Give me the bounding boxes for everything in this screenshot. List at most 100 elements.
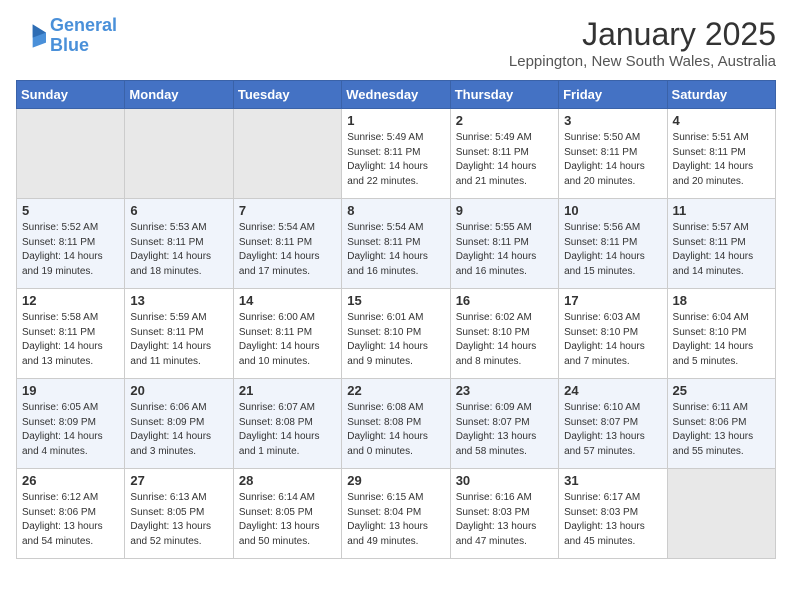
day-number: 20 <box>130 383 227 398</box>
calendar-cell: 29 Sunrise: 6:15 AM Sunset: 8:04 PM Dayli… <box>342 469 450 559</box>
calendar-cell: 1 Sunrise: 5:49 AM Sunset: 8:11 PM Daylig… <box>342 109 450 199</box>
calendar-cell: 5 Sunrise: 5:52 AM Sunset: 8:11 PM Daylig… <box>17 199 125 289</box>
day-number: 18 <box>673 293 770 308</box>
calendar-cell: 17 Sunrise: 6:03 AM Sunset: 8:10 PM Dayli… <box>559 289 667 379</box>
day-number: 6 <box>130 203 227 218</box>
week-row-4: 19 Sunrise: 6:05 AM Sunset: 8:09 PM Dayli… <box>17 379 776 469</box>
day-info: Sunrise: 5:55 AM Sunset: 8:11 PM Dayligh… <box>456 221 553 279</box>
calendar-cell: 14 Sunrise: 6:00 AM Sunset: 8:11 PM Dayli… <box>233 289 341 379</box>
day-info: Sunrise: 6:03 AM Sunset: 8:10 PM Dayligh… <box>564 311 661 369</box>
day-info: Sunrise: 6:09 AM Sunset: 8:07 PM Dayligh… <box>456 401 553 459</box>
day-info: Sunrise: 6:16 AM Sunset: 8:03 PM Dayligh… <box>456 491 553 549</box>
day-info: Sunrise: 5:52 AM Sunset: 8:11 PM Dayligh… <box>22 221 119 279</box>
calendar-table: SundayMondayTuesdayWednesdayThursdayFrid… <box>16 80 776 559</box>
day-info: Sunrise: 6:00 AM Sunset: 8:11 PM Dayligh… <box>239 311 336 369</box>
day-info: Sunrise: 6:01 AM Sunset: 8:10 PM Dayligh… <box>347 311 444 369</box>
day-number: 19 <box>22 383 119 398</box>
week-row-5: 26 Sunrise: 6:12 AM Sunset: 8:06 PM Dayli… <box>17 469 776 559</box>
day-info: Sunrise: 5:56 AM Sunset: 8:11 PM Dayligh… <box>564 221 661 279</box>
logo-line1: General <box>50 15 117 35</box>
calendar-cell: 12 Sunrise: 5:58 AM Sunset: 8:11 PM Dayli… <box>17 289 125 379</box>
calendar-cell: 8 Sunrise: 5:54 AM Sunset: 8:11 PM Daylig… <box>342 199 450 289</box>
day-number: 5 <box>22 203 119 218</box>
day-info: Sunrise: 5:59 AM Sunset: 8:11 PM Dayligh… <box>130 311 227 369</box>
calendar-cell: 21Sunrise: 6:07 AM Sunset: 8:08 PM Dayli… <box>233 379 341 469</box>
calendar-cell: 20 Sunrise: 6:06 AM Sunset: 8:09 PM Dayli… <box>125 379 233 469</box>
weekday-header-thursday: Thursday <box>450 81 558 109</box>
day-info: Sunrise: 6:13 AM Sunset: 8:05 PM Dayligh… <box>130 491 227 549</box>
logo-line2: Blue <box>50 35 89 55</box>
day-number: 30 <box>456 473 553 488</box>
day-info: Sunrise: 6:05 AM Sunset: 8:09 PM Dayligh… <box>22 401 119 459</box>
day-number: 12 <box>22 293 119 308</box>
day-info: Sunrise: 6:10 AM Sunset: 8:07 PM Dayligh… <box>564 401 661 459</box>
day-number: 25 <box>673 383 770 398</box>
day-number: 11 <box>673 203 770 218</box>
weekday-header-monday: Monday <box>125 81 233 109</box>
day-info: Sunrise: 5:49 AM Sunset: 8:11 PM Dayligh… <box>456 131 553 189</box>
day-info: Sunrise: 6:04 AM Sunset: 8:10 PM Dayligh… <box>673 311 770 369</box>
calendar-cell: 15 Sunrise: 6:01 AM Sunset: 8:10 PM Dayli… <box>342 289 450 379</box>
calendar-cell: 3 Sunrise: 5:50 AM Sunset: 8:11 PM Daylig… <box>559 109 667 199</box>
calendar-cell: 6 Sunrise: 5:53 AM Sunset: 8:11 PM Daylig… <box>125 199 233 289</box>
weekday-header-sunday: Sunday <box>17 81 125 109</box>
logo-text: General Blue <box>50 16 117 56</box>
day-number: 16 <box>456 293 553 308</box>
day-number: 29 <box>347 473 444 488</box>
day-info: Sunrise: 5:50 AM Sunset: 8:11 PM Dayligh… <box>564 131 661 189</box>
calendar-cell: 28Sunrise: 6:14 AM Sunset: 8:05 PM Dayli… <box>233 469 341 559</box>
day-info: Sunrise: 5:49 AM Sunset: 8:11 PM Dayligh… <box>347 131 444 189</box>
day-number: 23 <box>456 383 553 398</box>
day-info: Sunrise: 5:54 AM Sunset: 8:11 PM Dayligh… <box>347 221 444 279</box>
page-header: General Blue January 2025 Leppington, Ne… <box>16 16 776 70</box>
day-number: 27 <box>130 473 227 488</box>
title-block: January 2025 Leppington, New South Wales… <box>509 16 776 70</box>
calendar-cell <box>667 469 775 559</box>
calendar-cell <box>125 109 233 199</box>
day-info: Sunrise: 5:57 AM Sunset: 8:11 PM Dayligh… <box>673 221 770 279</box>
week-row-3: 12 Sunrise: 5:58 AM Sunset: 8:11 PM Dayli… <box>17 289 776 379</box>
weekday-header-row: SundayMondayTuesdayWednesdayThursdayFrid… <box>17 81 776 109</box>
day-info: Sunrise: 6:02 AM Sunset: 8:10 PM Dayligh… <box>456 311 553 369</box>
day-number: 2 <box>456 113 553 128</box>
day-info: Sunrise: 6:06 AM Sunset: 8:09 PM Dayligh… <box>130 401 227 459</box>
day-number: 14 <box>239 293 336 308</box>
calendar-cell: 9Sunrise: 5:55 AM Sunset: 8:11 PM Daylig… <box>450 199 558 289</box>
day-number: 21 <box>239 383 336 398</box>
day-number: 26 <box>22 473 119 488</box>
week-row-1: 1 Sunrise: 5:49 AM Sunset: 8:11 PM Daylig… <box>17 109 776 199</box>
calendar-cell: 24Sunrise: 6:10 AM Sunset: 8:07 PM Dayli… <box>559 379 667 469</box>
calendar-cell: 2 Sunrise: 5:49 AM Sunset: 8:11 PM Daylig… <box>450 109 558 199</box>
day-info: Sunrise: 6:08 AM Sunset: 8:08 PM Dayligh… <box>347 401 444 459</box>
weekday-header-saturday: Saturday <box>667 81 775 109</box>
day-info: Sunrise: 6:11 AM Sunset: 8:06 PM Dayligh… <box>673 401 770 459</box>
day-number: 15 <box>347 293 444 308</box>
day-number: 13 <box>130 293 227 308</box>
day-number: 7 <box>239 203 336 218</box>
week-row-2: 5 Sunrise: 5:52 AM Sunset: 8:11 PM Daylig… <box>17 199 776 289</box>
calendar-cell: 22 Sunrise: 6:08 AM Sunset: 8:08 PM Dayli… <box>342 379 450 469</box>
day-info: Sunrise: 5:53 AM Sunset: 8:11 PM Dayligh… <box>130 221 227 279</box>
calendar-cell: 11 Sunrise: 5:57 AM Sunset: 8:11 PM Dayli… <box>667 199 775 289</box>
day-info: Sunrise: 6:12 AM Sunset: 8:06 PM Dayligh… <box>22 491 119 549</box>
calendar-cell: 18 Sunrise: 6:04 AM Sunset: 8:10 PM Dayli… <box>667 289 775 379</box>
calendar-cell: 25 Sunrise: 6:11 AM Sunset: 8:06 PM Dayli… <box>667 379 775 469</box>
calendar-cell: 19 Sunrise: 6:05 AM Sunset: 8:09 PM Dayli… <box>17 379 125 469</box>
day-number: 4 <box>673 113 770 128</box>
day-number: 31 <box>564 473 661 488</box>
logo: General Blue <box>16 16 117 56</box>
day-number: 22 <box>347 383 444 398</box>
weekday-header-friday: Friday <box>559 81 667 109</box>
day-number: 1 <box>347 113 444 128</box>
calendar-cell: 23 Sunrise: 6:09 AM Sunset: 8:07 PM Dayli… <box>450 379 558 469</box>
calendar-cell: 30 Sunrise: 6:16 AM Sunset: 8:03 PM Dayli… <box>450 469 558 559</box>
day-number: 8 <box>347 203 444 218</box>
day-info: Sunrise: 5:58 AM Sunset: 8:11 PM Dayligh… <box>22 311 119 369</box>
day-info: Sunrise: 6:15 AM Sunset: 8:04 PM Dayligh… <box>347 491 444 549</box>
day-number: 3 <box>564 113 661 128</box>
weekday-header-tuesday: Tuesday <box>233 81 341 109</box>
day-number: 17 <box>564 293 661 308</box>
calendar-cell: 26 Sunrise: 6:12 AM Sunset: 8:06 PM Dayli… <box>17 469 125 559</box>
day-number: 28 <box>239 473 336 488</box>
calendar-cell <box>17 109 125 199</box>
